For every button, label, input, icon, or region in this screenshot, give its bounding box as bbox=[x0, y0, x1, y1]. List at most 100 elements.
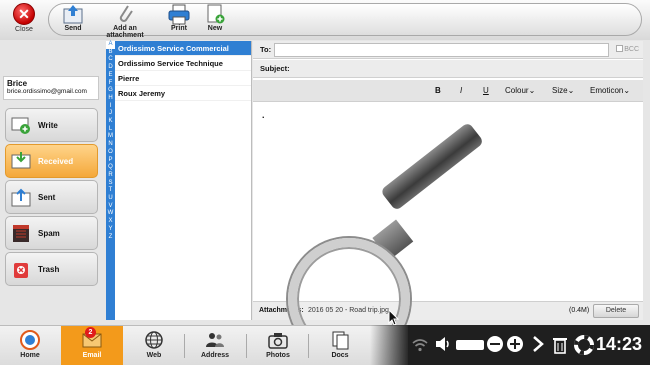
close-label: Close bbox=[15, 26, 33, 33]
to-row: To: BCC bbox=[253, 41, 643, 59]
contact-item[interactable]: Roux Jeremy bbox=[115, 86, 251, 101]
emoticon-dropdown[interactable]: Emoticon⌄ bbox=[590, 86, 630, 95]
user-account: Brice brice.ordissimo@gmail.com bbox=[3, 76, 99, 100]
alphabet-letter[interactable]: F bbox=[106, 80, 115, 88]
volume-down-icon[interactable] bbox=[486, 335, 504, 353]
wifi-icon[interactable] bbox=[412, 338, 428, 352]
taskbar-label: Home bbox=[20, 352, 40, 359]
help-lifebuoy-icon[interactable] bbox=[574, 335, 594, 355]
new-button[interactable]: New bbox=[204, 3, 226, 37]
address-book-icon bbox=[206, 333, 224, 347]
format-toolbar: B I U Colour⌄ Size⌄ Emoticon⌄ bbox=[253, 80, 643, 102]
alphabet-letter[interactable]: P bbox=[106, 157, 115, 165]
taskbar-label: Photos bbox=[266, 352, 290, 359]
colour-dropdown[interactable]: Colour⌄ bbox=[505, 86, 535, 95]
bcc-toggle[interactable]: BCC bbox=[616, 45, 639, 53]
alphabet-letter[interactable]: R bbox=[106, 172, 115, 180]
docs-icon bbox=[332, 331, 349, 350]
print-button[interactable]: Print bbox=[167, 3, 191, 37]
taskbar-label: Web bbox=[146, 352, 162, 359]
new-document-icon bbox=[207, 4, 225, 24]
alphabet-letter[interactable]: G bbox=[106, 87, 115, 95]
system-tray: 14:23 bbox=[408, 325, 650, 365]
folder-label: Trash bbox=[38, 264, 60, 274]
paperclip-icon bbox=[119, 5, 133, 22]
send-button[interactable]: Send bbox=[60, 3, 86, 37]
taskbar-address[interactable]: Address bbox=[195, 326, 235, 365]
colour-label: Colour bbox=[505, 86, 529, 95]
attachment-size: (0.4M) bbox=[569, 307, 590, 314]
taskbar-label: Address bbox=[200, 352, 229, 359]
subject-label: Subject: bbox=[260, 64, 290, 73]
alphabet-letter[interactable]: I bbox=[106, 103, 115, 111]
chevron-down-icon: ⌄ bbox=[567, 86, 575, 95]
undo-arrow-icon[interactable] bbox=[530, 335, 546, 353]
trash-can-icon[interactable] bbox=[552, 335, 568, 355]
alphabet-letter[interactable]: Q bbox=[106, 164, 115, 172]
alphabet-letter[interactable]: C bbox=[106, 56, 115, 64]
alphabet-letter[interactable]: B bbox=[106, 49, 115, 57]
alphabet-letter[interactable]: H bbox=[106, 95, 115, 103]
unread-badge: 2 bbox=[85, 327, 96, 338]
alphabet-letter[interactable]: L bbox=[106, 126, 115, 134]
alphabet-letter[interactable]: S bbox=[106, 180, 115, 188]
volume-up-icon[interactable] bbox=[506, 335, 524, 353]
taskbar-email[interactable]: 2 Email bbox=[61, 326, 123, 365]
volume-icon[interactable] bbox=[434, 335, 452, 353]
alphabet-letter[interactable]: V bbox=[106, 203, 115, 211]
user-email: brice.ordissimo@gmail.com bbox=[7, 88, 87, 95]
contact-item[interactable]: Pierre bbox=[115, 71, 251, 86]
folder-write[interactable]: Write bbox=[5, 108, 98, 142]
close-button[interactable]: ✕ Close bbox=[3, 1, 45, 37]
size-dropdown[interactable]: Size⌄ bbox=[552, 86, 574, 95]
chevron-down-icon: ⌄ bbox=[623, 86, 631, 95]
new-label: New bbox=[207, 25, 223, 32]
folder-sent[interactable]: Sent bbox=[5, 180, 98, 214]
folder-trash[interactable]: Trash bbox=[5, 252, 98, 286]
contact-item[interactable]: Ordissimo Service Technique bbox=[115, 56, 251, 71]
alphabet-letter[interactable]: N bbox=[106, 141, 115, 149]
taskbar-photos[interactable]: Photos bbox=[258, 326, 298, 365]
contact-item[interactable]: Ordissimo Service Commercial bbox=[115, 41, 251, 56]
alphabet-letter[interactable]: W bbox=[106, 210, 115, 218]
send-label: Send bbox=[64, 25, 82, 32]
taskbar-home[interactable]: Home bbox=[10, 326, 50, 365]
volume-level-bar[interactable] bbox=[456, 340, 484, 350]
bcc-checkbox[interactable] bbox=[616, 45, 624, 52]
italic-button[interactable]: I bbox=[460, 86, 462, 95]
alphabet-letter[interactable]: T bbox=[106, 187, 115, 195]
emoticon-label: Emoticon bbox=[590, 86, 624, 95]
folder-received[interactable]: Received bbox=[5, 144, 98, 178]
taskbar-web[interactable]: Web bbox=[134, 326, 174, 365]
alphabet-letter[interactable]: Y bbox=[106, 226, 115, 234]
close-icon: ✕ bbox=[13, 3, 35, 25]
taskbar-divider bbox=[246, 334, 247, 358]
alphabet-letter[interactable]: Z bbox=[106, 234, 115, 242]
body-text: . bbox=[262, 110, 265, 120]
underline-button[interactable]: U bbox=[483, 86, 489, 95]
subject-row: Subject: bbox=[253, 60, 643, 78]
alphabet-letter[interactable]: K bbox=[106, 118, 115, 126]
folder-spam[interactable]: Spam bbox=[5, 216, 98, 250]
subject-field[interactable] bbox=[295, 62, 641, 76]
alphabet-letter[interactable]: E bbox=[106, 72, 115, 80]
alphabet-index: ABCDEFGHIJKLMNOPQRSTUVWXYZ bbox=[106, 41, 115, 320]
bold-button[interactable]: B bbox=[435, 86, 441, 95]
taskbar-docs[interactable]: Docs bbox=[320, 326, 360, 365]
delete-attachment-button[interactable]: Delete bbox=[593, 304, 639, 318]
printer-icon bbox=[168, 4, 190, 25]
send-icon bbox=[63, 5, 83, 24]
alphabet-letter[interactable]: D bbox=[106, 64, 115, 72]
alphabet-letter[interactable]: A bbox=[106, 41, 115, 49]
chevron-down-icon: ⌄ bbox=[528, 86, 536, 95]
alphabet-letter[interactable]: M bbox=[106, 133, 115, 141]
alphabet-letter[interactable]: X bbox=[106, 218, 115, 226]
to-field[interactable] bbox=[274, 43, 609, 57]
alphabet-letter[interactable]: J bbox=[106, 110, 115, 118]
clock: 14:23 bbox=[596, 334, 643, 354]
inbox-icon bbox=[10, 150, 32, 172]
bcc-label: BCC bbox=[624, 46, 639, 53]
add-attachment-button[interactable]: Add an attachment bbox=[94, 3, 156, 39]
alphabet-letter[interactable]: O bbox=[106, 149, 115, 157]
alphabet-letter[interactable]: U bbox=[106, 195, 115, 203]
